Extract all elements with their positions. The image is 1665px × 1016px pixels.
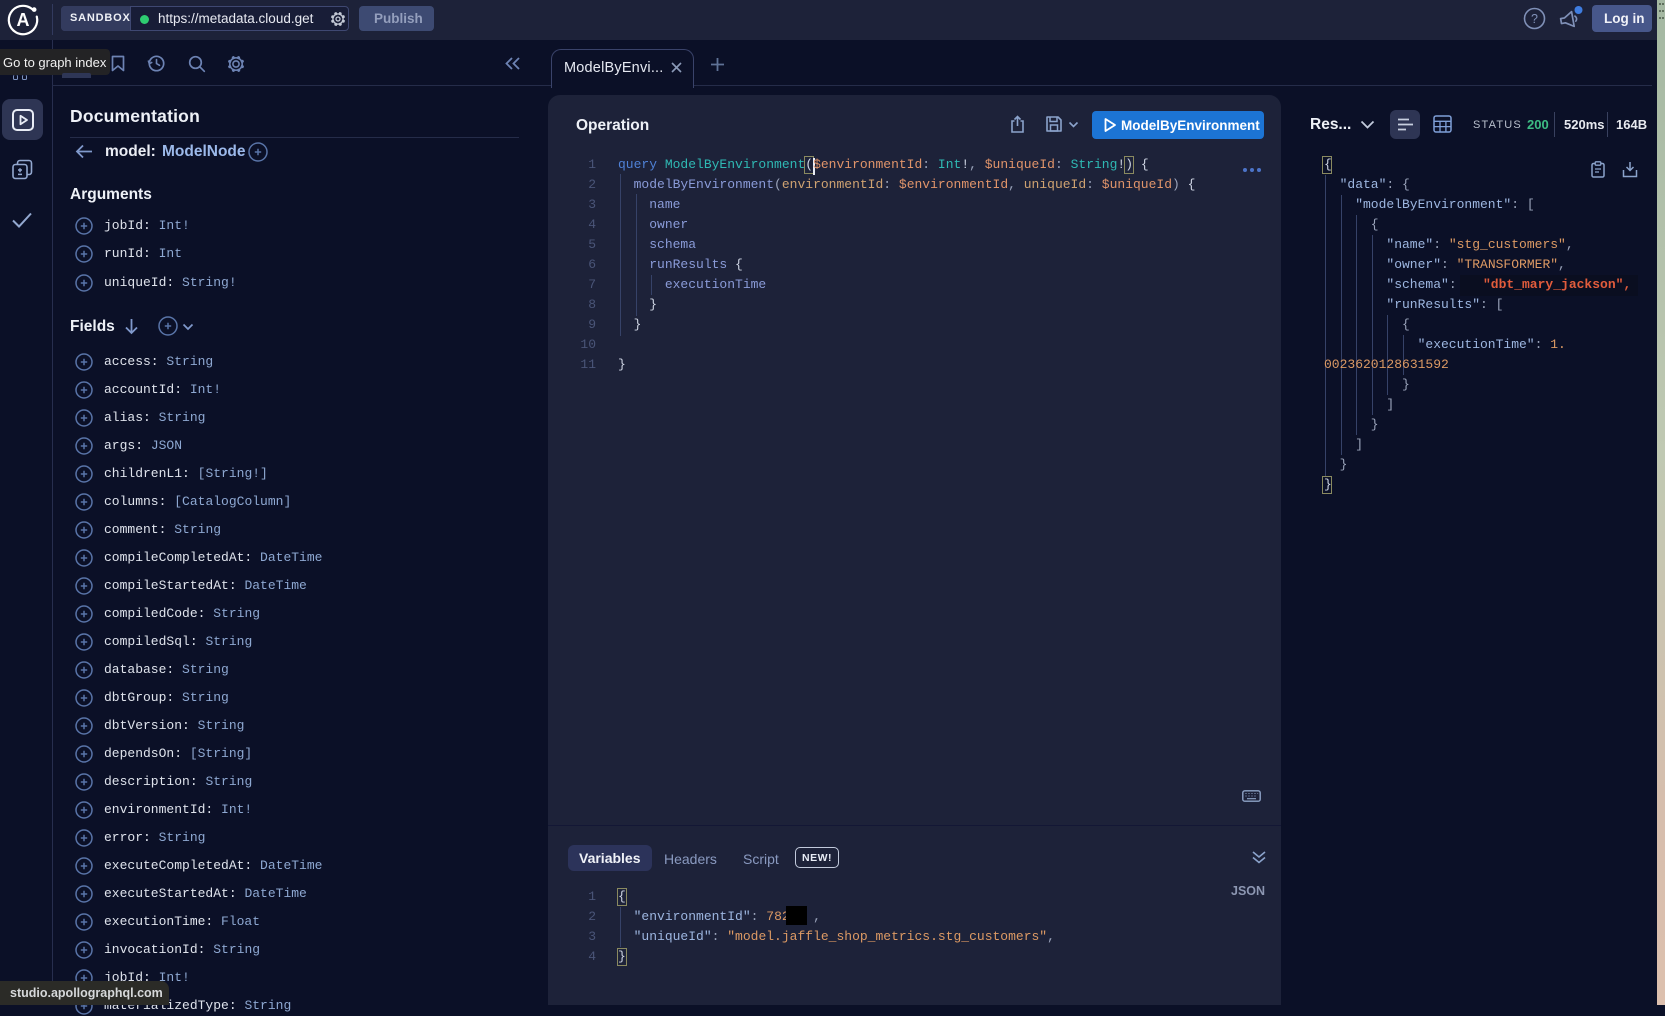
svg-text:?: ?: [1531, 12, 1538, 26]
svg-text:A: A: [17, 10, 30, 30]
